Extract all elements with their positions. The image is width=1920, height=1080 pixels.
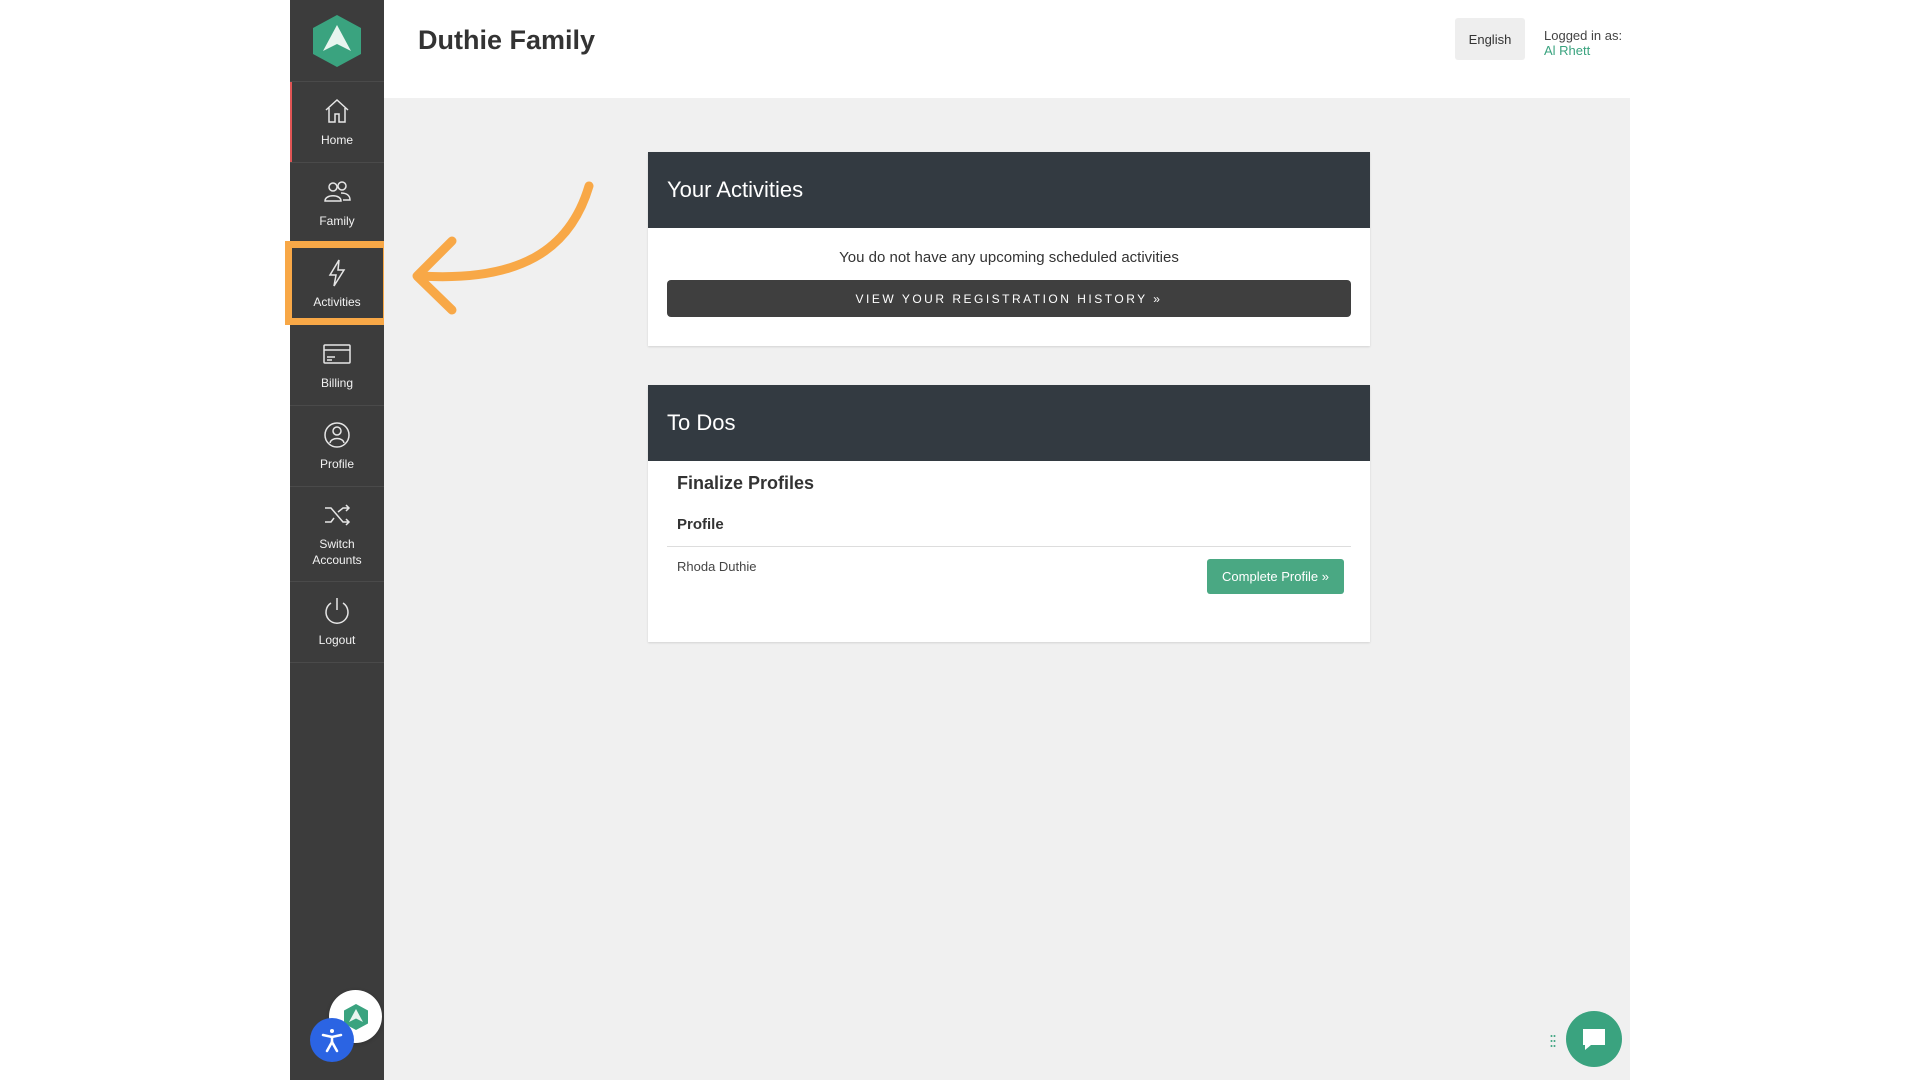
language-button[interactable]: English: [1455, 18, 1525, 60]
logged-in-label: Logged in as:: [1544, 28, 1623, 43]
sidebar-item-switch-accounts[interactable]: Switch Accounts: [290, 487, 384, 582]
todo-person-name: Rhoda Duthie: [677, 559, 757, 574]
sidebar-item-label: Switch Accounts: [312, 537, 362, 567]
logo-icon: [313, 14, 361, 67]
family-icon: [324, 181, 351, 202]
user-name-link[interactable]: Al Rhett: [1544, 43, 1590, 58]
activities-card: Your Activities You do not have any upco…: [648, 152, 1370, 346]
page-title: Duthie Family: [418, 25, 596, 55]
lightning-icon: [328, 259, 346, 287]
sidebar-item-home[interactable]: Home: [290, 82, 384, 163]
sidebar-item-label: Activities: [313, 295, 361, 309]
todos-card: To Dos Finalize Profiles Profile Rhoda D…: [648, 385, 1370, 642]
chat-icon: [1583, 1029, 1605, 1050]
todo-subsection-title: Profile: [677, 516, 724, 533]
credit-card-icon: [323, 344, 351, 364]
home-icon: [325, 98, 349, 123]
view-registration-history-button[interactable]: VIEW YOUR REGISTRATION HISTORY »: [667, 280, 1351, 317]
sidebar-item-label: Profile: [319, 457, 354, 471]
sidebar-item-label: Logout: [318, 633, 356, 647]
sidebar-item-logout[interactable]: Logout: [290, 582, 384, 663]
page-header: Duthie Family English Logged in as: Al R…: [384, 0, 1630, 98]
complete-profile-button[interactable]: Complete Profile »: [1207, 559, 1344, 594]
sidebar-item-label: Billing: [320, 376, 353, 390]
main-content: Your Activities You do not have any upco…: [384, 98, 1630, 1080]
todos-card-title: To Dos: [648, 385, 1370, 461]
todo-section-title: Finalize Profiles: [677, 473, 815, 493]
sidebar-item-label: Family: [319, 214, 355, 228]
sidebar-item-profile[interactable]: Profile: [290, 406, 384, 487]
shuffle-icon: [325, 504, 351, 526]
sidebar: Home Family Activities Billing Profile S…: [285, 0, 390, 1080]
sidebar-item-label: Home: [320, 133, 353, 147]
activities-card-title: Your Activities: [648, 152, 1370, 228]
chat-button[interactable]: [1566, 1011, 1622, 1067]
accessibility-button[interactable]: [310, 1018, 354, 1062]
drag-handle-icon[interactable]: [1550, 1034, 1556, 1048]
power-icon: [325, 598, 349, 624]
sidebar-item-family[interactable]: Family: [290, 163, 384, 244]
sidebar-item-activities[interactable]: Activities: [290, 244, 384, 325]
accessibility-icon: [321, 1029, 343, 1053]
login-info: Logged in as: Al Rhett: [1544, 28, 1630, 58]
activities-empty-message: You do not have any upcoming scheduled a…: [839, 249, 1179, 266]
app-logo[interactable]: [290, 0, 384, 82]
profile-icon: [324, 422, 350, 448]
app-root: Home Family Activities Billing Profile S…: [285, 0, 1630, 1080]
sidebar-item-billing[interactable]: Billing: [290, 325, 384, 406]
todo-row: Rhoda Duthie Complete Profile »: [648, 547, 1370, 617]
